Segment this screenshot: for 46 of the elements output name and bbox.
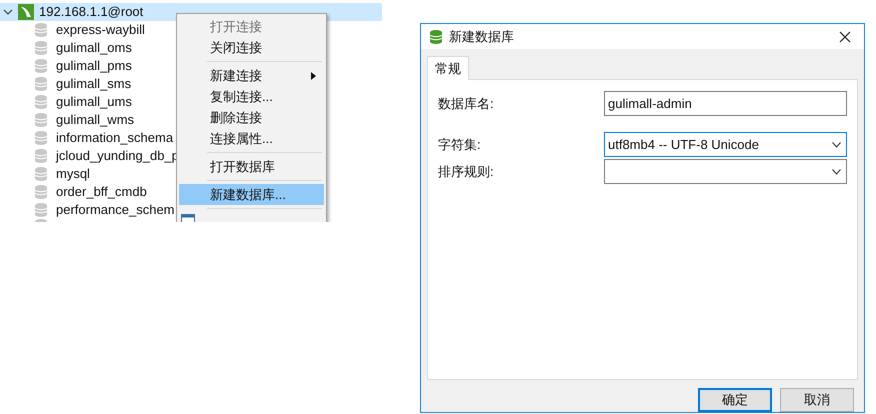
menu-item[interactable]: 删除连接	[179, 107, 324, 128]
database-icon	[35, 41, 47, 55]
database-label[interactable]: gulimall_oms	[56, 38, 132, 58]
window-title: 新建数据库	[449, 28, 514, 46]
menu-item[interactable]: 新建数据库...	[179, 184, 324, 205]
menu-item[interactable]: 关闭连接	[179, 37, 324, 58]
dialog-button[interactable]: 确定	[698, 388, 772, 412]
database-icon	[35, 185, 47, 199]
database-label[interactable]: express-waybill	[56, 20, 145, 40]
field-label: 数据库名:	[438, 94, 494, 113]
connection-label: 192.168.1.1@root	[39, 3, 144, 22]
tab[interactable]: 常规	[427, 56, 469, 80]
menu-item[interactable]: 连接属性...	[179, 128, 324, 149]
database-label[interactable]: gulimall_sms	[56, 74, 132, 94]
database-icon	[35, 23, 47, 37]
field-label: 排序规则:	[438, 162, 494, 181]
database-icon	[35, 167, 47, 181]
database-label[interactable]: performance_schem	[56, 200, 174, 220]
dropdown-field[interactable]: utf8mb4 -- UTF-8 Unicode	[604, 132, 847, 158]
database-icon	[430, 30, 442, 44]
database-label[interactable]: gulimall_wms	[56, 110, 134, 130]
close-icon[interactable]	[839, 30, 851, 43]
database-icon	[35, 59, 47, 73]
chevron-down-icon	[832, 168, 841, 175]
field-label: 字符集:	[438, 136, 481, 154]
database-icon	[35, 203, 47, 217]
database-label[interactable]: jcloud_yunding_db_p	[56, 146, 179, 166]
dialog-button[interactable]: 取消	[780, 388, 854, 412]
dropdown-field[interactable]	[604, 159, 847, 184]
database-label[interactable]: order_bff_cmdb	[56, 182, 147, 202]
chevron-icon[interactable]	[3, 7, 13, 17]
database-label[interactable]: information_schema	[56, 128, 174, 148]
database-icon	[35, 77, 47, 91]
database-icon	[35, 131, 47, 145]
database-label[interactable]: gulimall_pms	[56, 56, 132, 76]
database-label[interactable]: gulimall_ums	[56, 92, 132, 112]
menu-item[interactable]: 新建连接	[179, 65, 324, 86]
database-icon	[35, 95, 47, 109]
menu-item[interactable]: 复制连接...	[179, 86, 324, 107]
menu-item[interactable]: 打开数据库	[179, 156, 324, 177]
input-field[interactable]: gulimall-admin	[604, 91, 847, 116]
submenu-arrow-icon	[311, 72, 316, 80]
database-icon	[35, 149, 47, 163]
database-icon	[35, 113, 47, 127]
database-label[interactable]: mysql	[56, 164, 90, 184]
chevron-down-icon	[832, 142, 841, 148]
